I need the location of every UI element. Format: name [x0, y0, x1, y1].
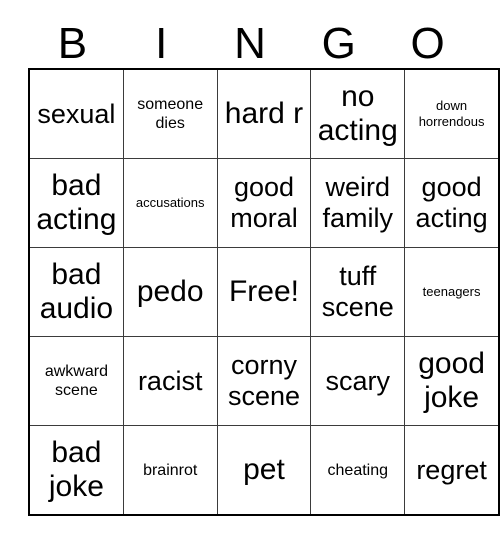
- bingo-card: B I N G O sexual someone dies hard r no …: [28, 10, 500, 516]
- bingo-cell[interactable]: bad audio: [28, 247, 124, 337]
- bingo-header-row: B I N G O: [28, 10, 472, 68]
- header-letter-o: O: [410, 19, 445, 68]
- bingo-row: awkward scene racist corny scene scary g…: [28, 336, 500, 426]
- bingo-cell[interactable]: scary: [310, 336, 406, 426]
- bingo-cell[interactable]: weird family: [310, 158, 406, 248]
- bingo-row: bad acting accusations good moral weird …: [28, 158, 500, 248]
- bingo-cell[interactable]: good moral: [216, 158, 312, 248]
- bingo-cell[interactable]: down horrendous: [404, 68, 500, 159]
- bingo-cell[interactable]: pet: [216, 425, 312, 516]
- header-letter-b: B: [57, 19, 88, 68]
- header-letter-g: G: [321, 19, 356, 68]
- bingo-cell[interactable]: corny scene: [216, 336, 312, 426]
- bingo-cell[interactable]: accusations: [122, 158, 218, 248]
- bingo-row: sexual someone dies hard r no acting dow…: [28, 68, 500, 159]
- bingo-row: bad joke brainrot pet cheating regret: [28, 425, 500, 516]
- bingo-cell[interactable]: no acting: [310, 68, 406, 159]
- header-letter-n: N: [234, 19, 266, 68]
- bingo-cell[interactable]: teenagers: [404, 247, 500, 337]
- bingo-cell-free-space[interactable]: Free!: [216, 247, 312, 337]
- bingo-row: bad audio pedo Free! tuff scene teenager…: [28, 247, 500, 337]
- bingo-cell[interactable]: pedo: [122, 247, 218, 337]
- bingo-grid: sexual someone dies hard r no acting dow…: [28, 68, 500, 516]
- bingo-cell[interactable]: awkward scene: [28, 336, 124, 426]
- bingo-cell[interactable]: brainrot: [122, 425, 218, 516]
- bingo-cell[interactable]: hard r: [216, 68, 312, 159]
- bingo-cell[interactable]: bad joke: [28, 425, 124, 516]
- bingo-cell[interactable]: tuff scene: [310, 247, 406, 337]
- bingo-cell[interactable]: good joke: [404, 336, 500, 426]
- bingo-cell[interactable]: good acting: [404, 158, 500, 248]
- header-letter-i: I: [155, 19, 168, 68]
- bingo-grid-body: sexual someone dies hard r no acting dow…: [28, 68, 500, 516]
- bingo-cell[interactable]: someone dies: [122, 68, 218, 159]
- bingo-cell[interactable]: bad acting: [28, 158, 124, 248]
- bingo-cell[interactable]: regret: [404, 425, 500, 516]
- bingo-cell[interactable]: racist: [122, 336, 218, 426]
- bingo-cell[interactable]: cheating: [310, 425, 406, 516]
- bingo-cell[interactable]: sexual: [28, 68, 124, 159]
